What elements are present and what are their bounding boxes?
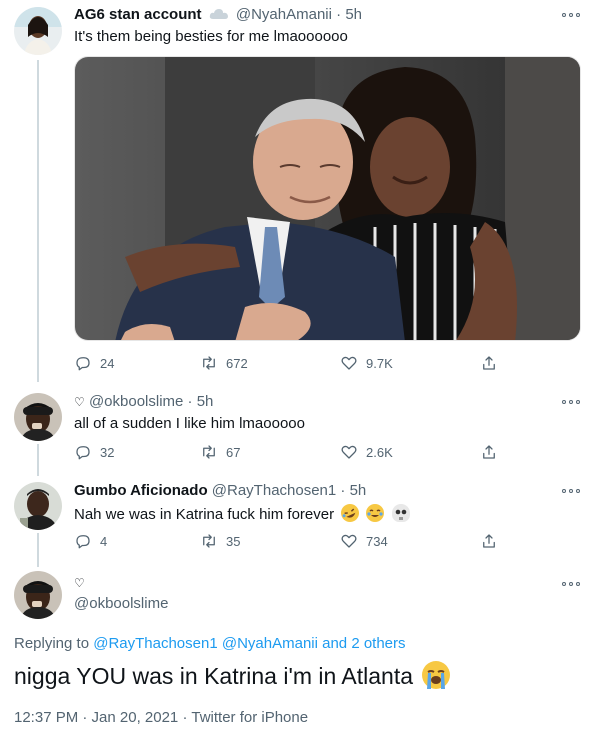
like-count: 9.7K (366, 355, 393, 371)
timestamp[interactable]: 5h (197, 393, 214, 410)
skull-emoji (391, 504, 410, 522)
heart-icon (341, 534, 357, 548)
tweet-text: all of a sudden I like him lmaooooo (74, 415, 305, 432)
photo-image (75, 57, 580, 340)
display-name-symbol[interactable]: ♡ (74, 395, 85, 409)
replying-to: Replying to @RayThachosen1 @NyahAmanii a… (14, 635, 406, 652)
retweet-button[interactable]: 672 (200, 353, 248, 373)
main-tweet-text-body: nigga YOU was in Katrina i'm in Atlanta (14, 663, 414, 689)
tweet-2[interactable]: ♡ @okboolslime · 5h all of a sudden I li… (0, 388, 596, 476)
timestamp[interactable]: 5h (345, 6, 362, 23)
like-button[interactable]: 9.7K (340, 353, 393, 373)
rolling-laughing-emoji (338, 501, 363, 525)
main-tweet-name: ♡ (74, 574, 85, 591)
replying-others[interactable]: and 2 others (322, 635, 405, 652)
reply-button[interactable]: 4 (74, 531, 107, 551)
handle[interactable]: @NyahAmanii (236, 6, 332, 23)
retweet-count: 67 (226, 444, 241, 460)
thread-line (37, 444, 39, 476)
more-options-icon[interactable] (562, 581, 580, 587)
replying-label: Replying to (14, 635, 90, 652)
reply-count: 32 (100, 444, 115, 460)
like-button[interactable]: 734 (340, 531, 388, 551)
more-options-icon[interactable] (562, 399, 580, 405)
retweet-count: 672 (226, 355, 248, 371)
handle[interactable]: @okboolslime (74, 595, 168, 612)
retweet-button[interactable]: 67 (200, 442, 240, 462)
reply-count: 4 (100, 533, 108, 549)
tweet-header: Gumbo Aficionado @RayThachosen1 · 5h (74, 482, 366, 499)
tweet-timestamp[interactable]: 12:37 PM · Jan 20, 2021 (14, 709, 178, 726)
retweet-icon (203, 534, 215, 548)
share-button[interactable] (480, 531, 498, 551)
tweet-header: ♡ @okboolslime · 5h (74, 393, 213, 410)
share-icon (483, 445, 495, 459)
like-count: 734 (366, 533, 388, 549)
more-options-icon[interactable] (562, 12, 580, 18)
share-icon (483, 534, 495, 548)
like-count: 2.6K (366, 444, 393, 460)
tweet-text: Nah we was in Katrina fuck him forever (74, 501, 410, 525)
tweet-3[interactable]: Gumbo Aficionado @RayThachosen1 · 5h Nah… (0, 477, 596, 567)
avatar[interactable] (14, 571, 62, 619)
tweet-actions: 24 672 9.7K (74, 353, 504, 373)
heart-icon (341, 445, 357, 459)
main-tweet-text: nigga YOU was in Katrina i'm in Atlanta (14, 661, 451, 690)
share-button[interactable] (480, 442, 498, 462)
tweet-photo[interactable] (74, 56, 581, 341)
timestamp[interactable]: 5h (350, 482, 367, 499)
separator: · (340, 482, 346, 499)
reply-icon (76, 446, 90, 460)
display-name[interactable]: Gumbo Aficionado (74, 482, 208, 499)
tears-of-joy-emoji (366, 504, 385, 522)
avatar[interactable] (14, 482, 62, 530)
reply-icon (76, 535, 90, 549)
replying-handle-2[interactable]: @NyahAmanii (222, 635, 318, 652)
avatar[interactable] (14, 393, 62, 441)
avatar[interactable] (14, 7, 62, 55)
cloud-emoji (209, 7, 229, 19)
handle[interactable]: @RayThachosen1 (212, 482, 336, 499)
like-button[interactable]: 2.6K (340, 442, 393, 462)
retweet-button[interactable]: 35 (200, 531, 240, 551)
reply-icon (76, 357, 90, 371)
separator: · (336, 6, 342, 23)
handle[interactable]: @okboolslime (89, 393, 183, 410)
retweet-icon (203, 445, 215, 459)
loudly-crying-emoji (422, 661, 451, 689)
tweet-source[interactable]: Twitter for iPhone (191, 709, 308, 726)
separator: · (182, 709, 188, 726)
retweet-count: 35 (226, 533, 241, 549)
tweet-actions: 4 35 734 (74, 531, 504, 551)
share-button[interactable] (480, 353, 498, 373)
share-icon (483, 356, 495, 370)
tweet-1[interactable]: AG6 stan account @NyahAmanii · 5h It's t… (0, 0, 596, 382)
display-name[interactable]: AG6 stan account (74, 6, 202, 23)
tweet-text: It's them being besties for me lmaoooooo (74, 28, 348, 45)
display-name-symbol[interactable]: ♡ (74, 576, 85, 590)
separator: · (187, 393, 193, 410)
tweet-footer: 12:37 PM · Jan 20, 2021 · Twitter for iP… (14, 709, 308, 726)
reply-button[interactable]: 32 (74, 442, 114, 462)
tweet-actions: 32 67 2.6K (74, 442, 504, 462)
thread-line (37, 60, 39, 382)
main-tweet-handle: @okboolslime (74, 595, 168, 612)
reply-count: 24 (100, 355, 115, 371)
reply-button[interactable]: 24 (74, 353, 114, 373)
replying-handle-1[interactable]: @RayThachosen1 (93, 635, 217, 652)
more-options-icon[interactable] (562, 488, 580, 494)
thread-line (37, 533, 39, 567)
heart-icon (341, 356, 357, 370)
retweet-icon (203, 356, 215, 370)
tweet-header: AG6 stan account @NyahAmanii · 5h (74, 6, 362, 23)
tweet-text-body: Nah we was in Katrina fuck him forever (74, 506, 335, 523)
